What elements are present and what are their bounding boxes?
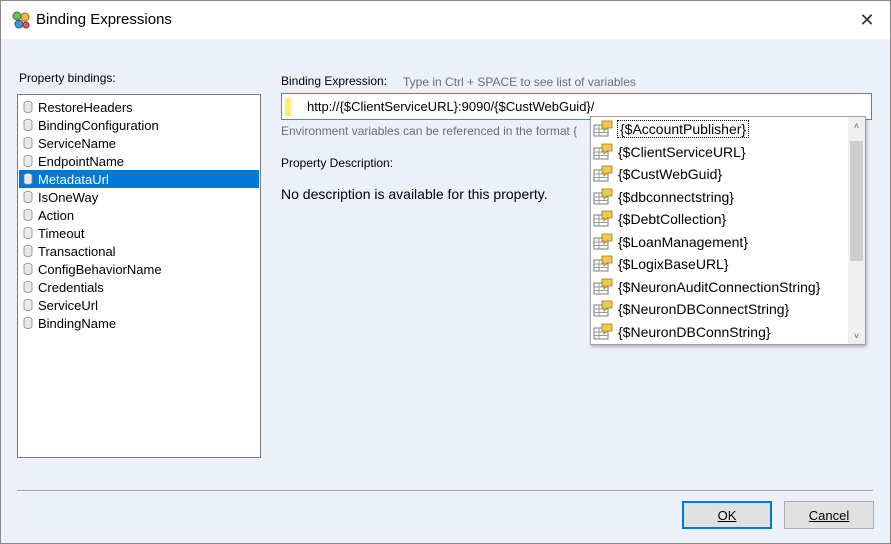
binding-expressions-dialog: Binding Expressions ✕ Property bindings:…: [0, 0, 891, 544]
list-item-label: BindingName: [38, 315, 117, 331]
binding-expression-value[interactable]: http://{$ClientServiceURL}:9090/{$CustWe…: [307, 99, 594, 114]
autocomplete-popup[interactable]: {$AccountPublisher} {$ClientServiceURL} {$…: [590, 116, 866, 345]
autocomplete-item[interactable]: {$NeuronDBConnString}: [593, 321, 843, 343]
variable-icon: [593, 323, 613, 339]
database-icon: [23, 155, 33, 167]
database-icon: [23, 173, 33, 185]
database-icon: [23, 101, 33, 113]
autocomplete-item-label: {$AccountPublisher}: [616, 120, 750, 138]
autocomplete-item-label: {$NeuronDBConnectString}: [618, 301, 790, 317]
autocomplete-item[interactable]: {$LogixBaseURL}: [593, 253, 843, 275]
list-item-label: ServiceName: [38, 135, 117, 151]
database-icon: [23, 317, 33, 329]
list-item[interactable]: BindingConfiguration: [19, 116, 259, 134]
autocomplete-item-label: {$ClientServiceURL}: [618, 143, 746, 160]
button-separator: [17, 490, 873, 492]
close-icon: ✕: [859, 9, 875, 30]
list-item-label: EndpointName: [38, 153, 124, 169]
cancel-button-label: Cancel: [808, 507, 850, 523]
autocomplete-item[interactable]: {$LoanManagement}: [593, 231, 843, 253]
list-item[interactable]: RestoreHeaders: [19, 98, 259, 116]
property-description-text: No description is available for this pro…: [281, 186, 548, 202]
ok-button-label: OK: [717, 507, 737, 523]
database-icon: [23, 209, 33, 221]
list-item[interactable]: ServiceName: [19, 134, 259, 152]
list-item-label: Credentials: [38, 279, 104, 295]
scroll-down-button[interactable]: ˅: [848, 327, 865, 344]
list-item[interactable]: BindingName: [19, 314, 259, 332]
list-item[interactable]: Timeout: [19, 224, 259, 242]
scroll-up-button[interactable]: ˄: [848, 117, 865, 134]
variable-icon: [593, 188, 613, 204]
title-bar: Binding Expressions ✕: [1, 1, 890, 39]
environment-variables-hint: Environment variables can be referenced …: [281, 124, 578, 138]
autocomplete-item[interactable]: {$dbconnectstring}: [593, 186, 843, 208]
list-item-label: ConfigBehaviorName: [38, 261, 162, 277]
autocomplete-item[interactable]: {$CustWebGuid}: [593, 163, 843, 185]
app-icon: [12, 11, 30, 29]
window-title: Binding Expressions: [36, 11, 172, 28]
binding-expression-label: Binding Expression:: [281, 74, 388, 88]
autocomplete-item[interactable]: {$NeuronDBConnectString}: [593, 298, 843, 320]
autocomplete-item-label: {$DebtCollection}: [618, 211, 727, 227]
autocomplete-scrollbar[interactable]: ˄ ˅: [848, 117, 865, 344]
variable-icon: [593, 165, 613, 182]
database-icon: [23, 119, 33, 131]
list-item-label: Timeout: [38, 225, 85, 241]
property-description-label: Property Description:: [281, 156, 394, 170]
variable-icon: [593, 278, 613, 294]
variable-icon: [593, 143, 613, 159]
variable-icon: [593, 233, 613, 249]
list-item[interactable]: Action: [19, 206, 259, 224]
autocomplete-item-label: {$NeuronAuditConnectionString}: [618, 278, 821, 295]
list-item-label: Action: [38, 207, 75, 223]
database-icon: [23, 227, 33, 239]
autocomplete-item-label: {$dbconnectstring}: [618, 188, 734, 205]
database-icon: [23, 299, 33, 311]
variable-icon: [593, 120, 613, 137]
list-item[interactable]: Credentials: [19, 278, 259, 296]
ok-button[interactable]: OK: [682, 501, 772, 529]
autocomplete-item[interactable]: {$DebtCollection}: [593, 208, 843, 230]
list-item[interactable]: EndpointName: [19, 152, 259, 170]
database-icon: [23, 137, 33, 149]
property-bindings-list[interactable]: RestoreHeaders BindingConfiguration Servic…: [17, 94, 261, 458]
variable-icon: [593, 255, 613, 272]
cancel-button[interactable]: Cancel: [784, 501, 874, 529]
line-marker: [285, 98, 291, 116]
autocomplete-item-label: {$LoanManagement}: [618, 233, 748, 250]
list-item[interactable]: Transactional: [19, 242, 259, 260]
autocomplete-item-label: {$NeuronDBConnString}: [618, 323, 771, 340]
database-icon: [23, 281, 33, 293]
autocomplete-item-label: {$LogixBaseURL}: [618, 256, 729, 272]
autocomplete-item[interactable]: {$NeuronAuditConnectionString}: [593, 276, 843, 298]
close-button[interactable]: ✕: [844, 1, 890, 39]
database-icon: [23, 263, 33, 275]
scroll-thumb[interactable]: [850, 141, 863, 261]
variable-icon: [593, 210, 613, 227]
autocomplete-item[interactable]: {$ClientServiceURL}: [593, 141, 843, 163]
list-item-label: Transactional: [38, 243, 116, 259]
list-item-label: IsOneWay: [38, 189, 99, 205]
list-item-label: MetadataUrl: [38, 171, 109, 187]
list-item-label: BindingConfiguration: [38, 117, 159, 133]
variable-icon: [593, 300, 613, 317]
list-item[interactable]: ServiceUrl: [19, 296, 259, 314]
chevron-down-icon: ˅: [853, 330, 860, 341]
autocomplete-item-label: {$CustWebGuid}: [618, 166, 723, 182]
binding-expression-hint: Type in Ctrl + SPACE to see list of vari…: [403, 75, 636, 89]
autocomplete-item[interactable]: {$AccountPublisher}: [593, 118, 843, 140]
list-item[interactable]: MetadataUrl: [19, 170, 259, 188]
list-item[interactable]: ConfigBehaviorName: [19, 260, 259, 278]
database-icon: [23, 245, 33, 257]
list-item-label: ServiceUrl: [38, 297, 98, 313]
list-item-label: RestoreHeaders: [38, 99, 133, 115]
property-bindings-label: Property bindings:: [19, 71, 116, 85]
list-item[interactable]: IsOneWay: [19, 188, 259, 206]
chevron-up-icon: ˄: [853, 120, 860, 131]
database-icon: [23, 191, 33, 203]
